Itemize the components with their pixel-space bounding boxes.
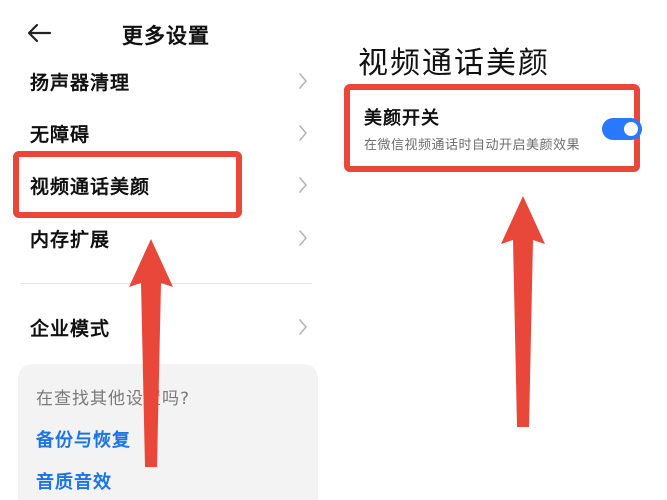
page-title: 更多设置 (122, 24, 210, 48)
chevron-right-icon (299, 230, 307, 246)
toggle-description: 在微信视频通话时自动开启美颜效果 (364, 138, 581, 153)
page-title: 视频通话美颜 (358, 46, 550, 81)
toggle-knob (624, 122, 638, 136)
annotation-arrow-right (501, 196, 545, 427)
settings-item-label: 企业模式 (30, 318, 111, 340)
beauty-toggle-row[interactable]: 美颜开关 在微信视频通话时自动开启美颜效果 (344, 84, 642, 172)
annotation-arrow-left (129, 239, 173, 467)
settings-item-label: 无障碍 (30, 124, 91, 146)
toggle-label: 美颜开关 (364, 108, 440, 129)
sound-quality-link[interactable]: 音质音效 (36, 468, 112, 494)
chevron-right-icon (299, 177, 307, 193)
chevron-right-icon (299, 125, 307, 141)
settings-item-label: 扬声器清理 (30, 72, 131, 94)
backup-restore-link[interactable]: 备份与恢复 (36, 426, 131, 452)
settings-item-label: 内存扩展 (30, 229, 111, 251)
settings-item-speaker-cleanup[interactable]: 扬声器清理 (0, 56, 332, 108)
beauty-toggle-switch[interactable] (602, 118, 642, 140)
highlight-box (13, 151, 242, 218)
chevron-right-icon (299, 319, 307, 335)
header: 更多设置 (0, 12, 332, 54)
chevron-right-icon (299, 73, 307, 89)
